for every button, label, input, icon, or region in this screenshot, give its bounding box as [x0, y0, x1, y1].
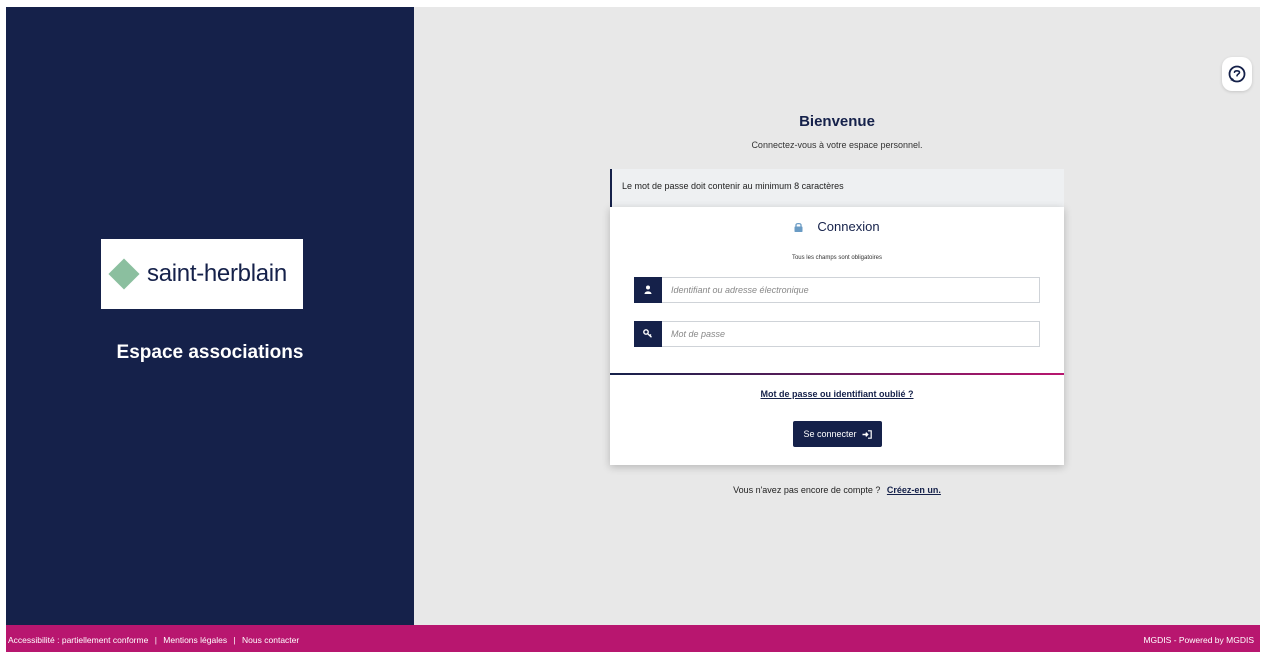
help-bubble-icon — [1228, 65, 1246, 83]
create-account-link[interactable]: Créez-en un. — [887, 485, 941, 495]
no-account-text: Vous n'avez pas encore de compte ? — [733, 485, 881, 495]
password-input[interactable] — [662, 329, 1032, 339]
footer: Accessibilité : partiellement conforme |… — [6, 625, 1260, 652]
login-button[interactable]: Se connecter — [793, 421, 882, 447]
login-panel: Bienvenue Connectez-vous à votre espace … — [414, 7, 1260, 625]
user-icon — [634, 276, 662, 303]
password-field[interactable] — [634, 320, 1040, 347]
login-title-row: Connexion — [610, 219, 1064, 235]
key-icon — [634, 320, 662, 347]
sign-in-icon — [862, 429, 872, 439]
username-field[interactable] — [634, 276, 1040, 303]
password-notice: Le mot de passe doit contenir au minimum… — [610, 169, 1064, 207]
page-frame: saint-herblain Espace associations Bienv… — [6, 7, 1260, 652]
footer-separator: | — [154, 635, 157, 645]
accessibility-link[interactable]: Accessibilité : partiellement conforme — [8, 635, 148, 645]
logo-text: saint-herblain — [147, 260, 287, 287]
no-account-row: Vous n'avez pas encore de compte ? Créez… — [414, 485, 1260, 495]
brand-panel: saint-herblain Espace associations — [6, 7, 414, 625]
username-input[interactable] — [662, 285, 1032, 295]
saint-herblain-logo: saint-herblain — [101, 239, 303, 309]
lock-icon — [794, 220, 803, 235]
login-title: Connexion — [817, 219, 880, 234]
footer-links: Accessibilité : partiellement conforme |… — [8, 635, 299, 645]
logo-diamond-icon — [108, 258, 140, 290]
welcome-title: Bienvenue — [799, 113, 875, 130]
welcome-subtitle: Connectez-vous à votre espace personnel. — [751, 140, 923, 150]
login-card: Connexion Tous les champs sont obligatoi… — [610, 207, 1064, 465]
legal-link[interactable]: Mentions légales — [163, 635, 227, 645]
login-button-label: Se connecter — [803, 429, 857, 439]
powered-by[interactable]: MGDIS - Powered by MGDIS — [1143, 635, 1254, 645]
footer-separator: | — [233, 635, 236, 645]
required-note: Tous les champs sont obligatoires — [791, 255, 883, 261]
contact-link[interactable]: Nous contacter — [242, 635, 299, 645]
forgot-credentials-link[interactable]: Mot de passe ou identifiant oublié ? — [610, 389, 1064, 399]
card-divider — [610, 373, 1064, 375]
space-title: Espace associations — [116, 342, 304, 363]
help-button[interactable] — [1222, 57, 1252, 91]
